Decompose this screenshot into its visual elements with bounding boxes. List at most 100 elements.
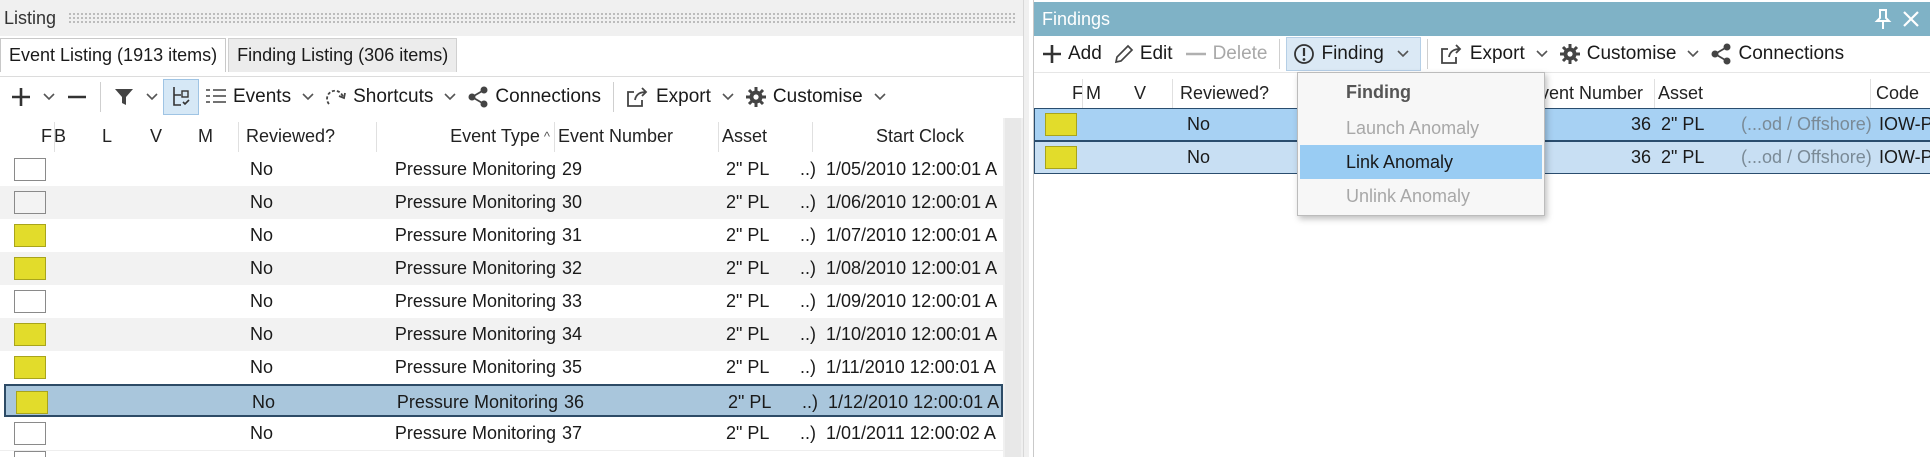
row-code: IOW-P bbox=[1879, 147, 1930, 167]
menu-item-launch-anomaly[interactable]: Launch Anomaly bbox=[1300, 111, 1542, 145]
column-m[interactable]: M bbox=[198, 116, 213, 156]
row-code: IOW-P bbox=[1879, 114, 1930, 134]
table-row[interactable]: No Pressure Monitoring 31 2" PL ..) 1/07… bbox=[0, 219, 1003, 252]
table-row[interactable]: No Pressure Monitoring 29 2" PL ..) 1/05… bbox=[0, 153, 1003, 186]
menu-item-link-anomaly[interactable]: Link Anomaly bbox=[1300, 145, 1542, 179]
table-row[interactable]: No Pressure Monitoring 35 2" PL ..) 1/11… bbox=[0, 351, 1003, 384]
close-icon[interactable] bbox=[1901, 8, 1921, 30]
flag-box bbox=[14, 257, 46, 280]
listing-column-header: F B L V M Reviewed? Event Type ^ Event N… bbox=[0, 116, 1003, 156]
exclamation-circle-icon bbox=[1294, 44, 1315, 64]
column-event-type[interactable]: Event Type ^ bbox=[380, 116, 550, 156]
gear-icon bbox=[745, 86, 766, 107]
row-start-clock: 1/12/2010 12:00:01 A bbox=[828, 392, 1000, 412]
export-dropdown[interactable] bbox=[717, 79, 739, 115]
edit-finding-button[interactable]: Edit bbox=[1108, 36, 1179, 72]
scrollbar-thumb[interactable] bbox=[1005, 118, 1021, 457]
customise-button[interactable]: Customise bbox=[739, 79, 869, 115]
row-reviewed: No bbox=[250, 258, 274, 278]
column-code[interactable]: Code bbox=[1876, 73, 1919, 113]
finding-menu-button[interactable]: Finding bbox=[1286, 37, 1421, 71]
row-event-type: Pressure Monitoring bbox=[396, 392, 558, 412]
add-button[interactable] bbox=[0, 79, 38, 115]
customise-dropdown[interactable] bbox=[869, 79, 891, 115]
tab-finding-listing[interactable]: Finding Listing (306 items) bbox=[228, 38, 458, 72]
listing-title-bar[interactable]: Listing bbox=[0, 0, 1023, 36]
table-row[interactable]: No Pressure Monitoring 37 2" PL ..) 1/01… bbox=[0, 417, 1003, 450]
chevron-down-icon bbox=[1536, 50, 1548, 58]
row-flag[interactable] bbox=[14, 285, 46, 318]
column-f[interactable]: F bbox=[41, 116, 52, 156]
row-flag[interactable] bbox=[14, 417, 46, 450]
findings-customise-button[interactable]: Customise bbox=[1553, 36, 1683, 72]
column-asset[interactable]: Asset bbox=[1658, 73, 1703, 113]
pane-splitter[interactable] bbox=[1023, 0, 1029, 457]
table-row[interactable]: No Pressure Monitoring 32 2" PL ..) 1/08… bbox=[0, 252, 1003, 285]
events-button[interactable]: Events bbox=[199, 79, 297, 115]
table-row[interactable]: No Pressure Monitoring 34 2" PL ..) 1/10… bbox=[0, 318, 1003, 351]
row-asset: 2" PL bbox=[1661, 147, 1705, 167]
filter-dropdown[interactable] bbox=[141, 79, 163, 115]
column-l[interactable]: L bbox=[102, 116, 112, 156]
table-row-partial[interactable] bbox=[0, 450, 1003, 457]
row-reviewed: No bbox=[250, 291, 274, 311]
findings-export-dropdown[interactable] bbox=[1531, 36, 1553, 72]
export-button[interactable]: Export bbox=[620, 79, 717, 115]
findings-connections-button[interactable]: Connections bbox=[1704, 36, 1850, 72]
header-divider bbox=[1082, 79, 1083, 109]
hierarchy-toggle-button[interactable] bbox=[163, 78, 199, 115]
row-event-number: 36 bbox=[564, 392, 585, 412]
row-flag[interactable] bbox=[14, 451, 46, 457]
row-flag[interactable] bbox=[14, 318, 46, 351]
row-flag[interactable] bbox=[1045, 142, 1077, 173]
column-v[interactable]: V bbox=[150, 116, 162, 156]
connections-button[interactable]: Connections bbox=[461, 79, 607, 115]
findings-export-button[interactable]: Export bbox=[1434, 36, 1531, 72]
findings-title-bar[interactable]: Findings bbox=[1034, 2, 1930, 36]
row-flag[interactable] bbox=[14, 351, 46, 384]
listing-pane: Listing Event Listing (1913 items) Findi… bbox=[0, 0, 1023, 457]
row-flag[interactable] bbox=[14, 186, 46, 219]
column-start-clock[interactable]: Start Clock bbox=[876, 116, 964, 156]
header-divider bbox=[554, 122, 555, 152]
filter-button[interactable] bbox=[107, 79, 141, 115]
table-row[interactable]: No Pressure Monitoring 30 2" PL ..) 1/06… bbox=[0, 186, 1003, 219]
header-divider bbox=[718, 122, 719, 152]
row-event-type: Pressure Monitoring bbox=[394, 291, 556, 311]
table-row-selected[interactable]: No Pressure Monitoring 36 2" PL ..) 1/12… bbox=[4, 384, 1003, 417]
findings-toolbar: Add Edit Delete Finding Export Customise… bbox=[1034, 36, 1930, 72]
table-row[interactable]: No Pressure Monitoring 33 2" PL ..) 1/09… bbox=[0, 285, 1003, 318]
shortcuts-button[interactable]: Shortcuts bbox=[319, 79, 439, 115]
column-reviewed[interactable]: Reviewed? bbox=[1180, 73, 1269, 113]
delete-finding-button[interactable]: Delete bbox=[1179, 36, 1274, 72]
add-dropdown[interactable] bbox=[38, 79, 60, 115]
row-flag[interactable] bbox=[16, 386, 48, 419]
column-m[interactable]: M bbox=[1086, 73, 1101, 113]
minus-icon bbox=[68, 95, 86, 98]
column-asset[interactable]: Asset bbox=[722, 116, 767, 156]
row-flag[interactable] bbox=[1045, 109, 1077, 140]
chevron-down-icon bbox=[1687, 50, 1700, 58]
add-finding-button[interactable]: Add bbox=[1034, 36, 1108, 72]
menu-item-unlink-anomaly[interactable]: Unlink Anomaly bbox=[1300, 179, 1542, 213]
row-flag[interactable] bbox=[14, 219, 46, 252]
tab-event-listing[interactable]: Event Listing (1913 items) bbox=[0, 38, 227, 72]
listing-vertical-scrollbar[interactable] bbox=[1003, 118, 1023, 457]
row-flag[interactable] bbox=[14, 153, 46, 186]
events-dropdown[interactable] bbox=[297, 79, 319, 115]
connections-label: Connections bbox=[495, 85, 601, 107]
shortcuts-dropdown[interactable] bbox=[439, 79, 461, 115]
column-reviewed[interactable]: Reviewed? bbox=[246, 116, 335, 156]
pin-icon[interactable] bbox=[1873, 8, 1893, 30]
row-flag[interactable] bbox=[14, 252, 46, 285]
column-v[interactable]: V bbox=[1134, 73, 1146, 113]
remove-button[interactable] bbox=[60, 79, 94, 115]
row-start-clock: 1/06/2010 12:00:01 A bbox=[826, 192, 998, 212]
column-b[interactable]: B bbox=[54, 116, 66, 156]
row-asset: 2" PL bbox=[726, 291, 770, 311]
row-asset: 2" PL bbox=[726, 159, 770, 179]
findings-customise-dropdown[interactable] bbox=[1682, 36, 1704, 72]
column-event-number[interactable]: Event Number bbox=[558, 116, 673, 156]
column-event-number[interactable]: vent Number bbox=[1540, 73, 1643, 113]
header-divider bbox=[54, 122, 55, 152]
